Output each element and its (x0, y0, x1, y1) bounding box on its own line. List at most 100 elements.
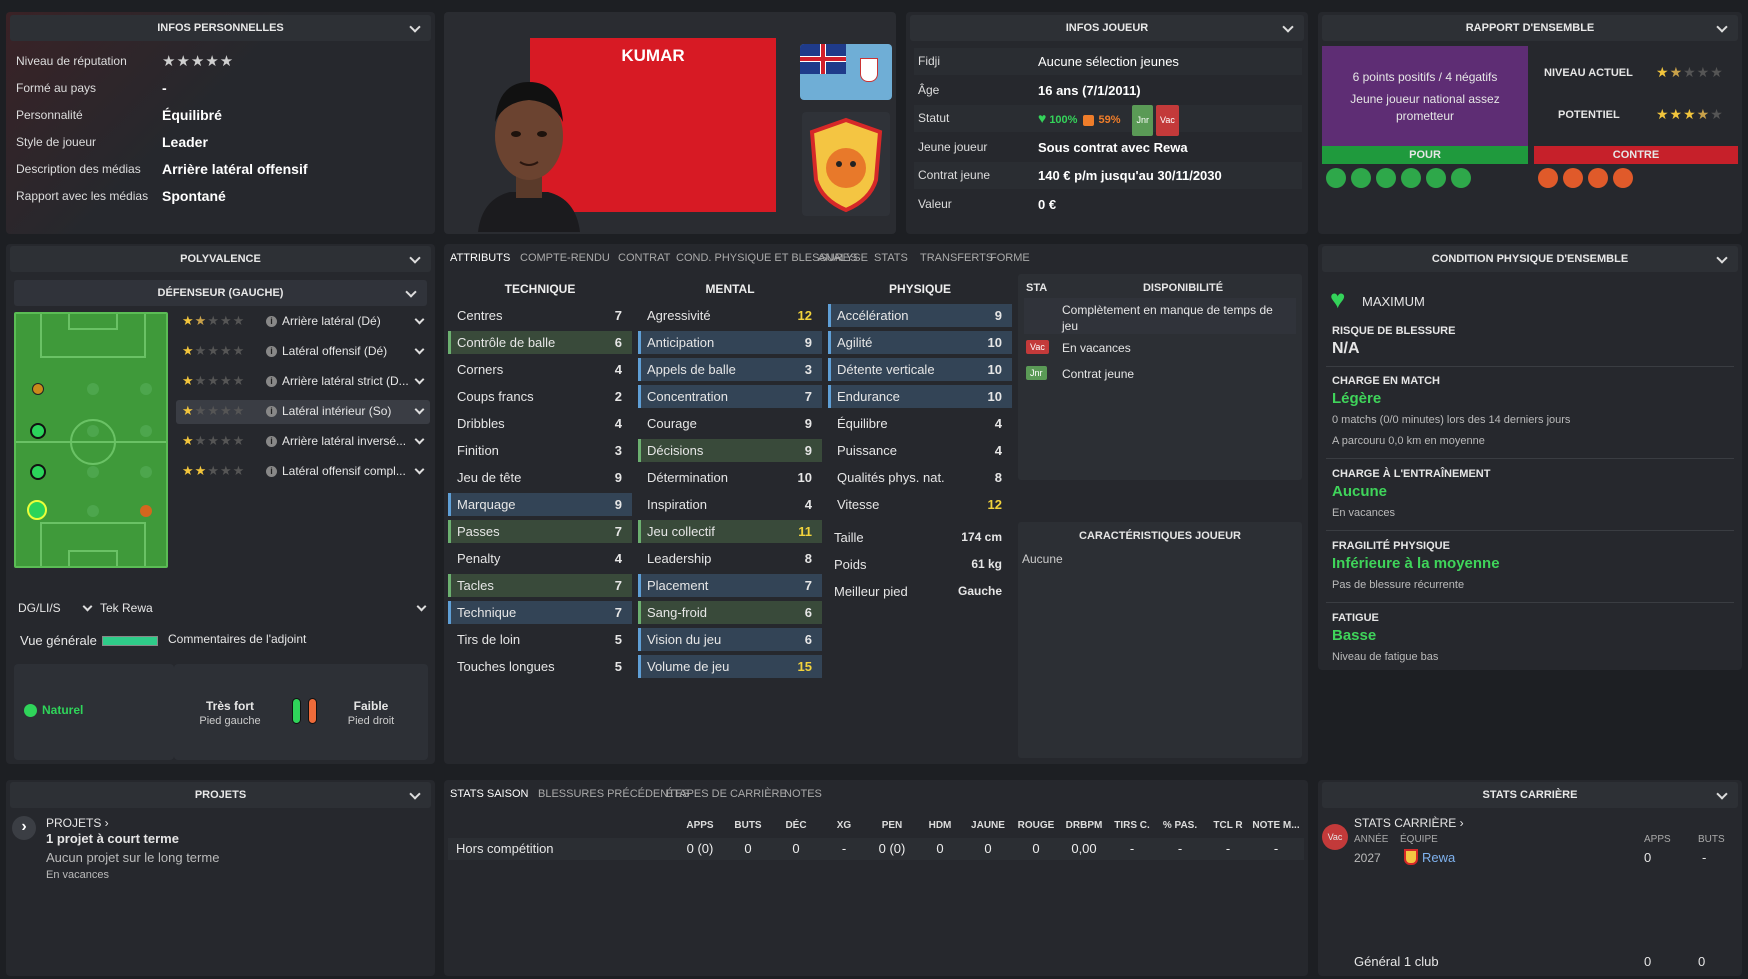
mental-attribute-row[interactable]: Inspiration 4 (638, 493, 822, 516)
position-dot-dml[interactable] (30, 464, 46, 480)
mental-attribute-row[interactable]: Appels de balle 3 (638, 358, 822, 381)
chevron-down-icon[interactable] (414, 344, 425, 355)
technical-attribute-row[interactable]: Contrôle de balle 6 (448, 331, 632, 354)
season-tab-2[interactable]: ÉTAPES DE CARRIÈRE (666, 788, 787, 800)
season-column-header[interactable]: HDM (916, 820, 964, 831)
position-dot-dr-top[interactable] (140, 383, 152, 395)
physical-attribute-row[interactable]: Agilité 10 (828, 331, 1012, 354)
info-icon[interactable]: i (266, 376, 277, 387)
pro-determination-icon[interactable] (1401, 168, 1421, 188)
con-finishing-icon[interactable] (1588, 168, 1608, 188)
club-select[interactable]: Tek Rewa (100, 601, 430, 621)
tab-0[interactable]: ATTRIBUTS (450, 252, 510, 264)
technical-attribute-row[interactable]: Tacles 7 (448, 574, 632, 597)
season-tab-3[interactable]: NOTES (784, 788, 822, 800)
personal-info-header[interactable]: INFOS PERSONNELLES (10, 15, 431, 41)
technical-attribute-row[interactable]: Corners 4 (448, 358, 632, 381)
club-badge[interactable] (802, 112, 890, 216)
mental-attribute-row[interactable]: Anticipation 9 (638, 331, 822, 354)
technical-attribute-row[interactable]: Coups francs 2 (448, 385, 632, 408)
career-link[interactable]: STATS CARRIÈRE › (1354, 816, 1464, 830)
physical-attribute-row[interactable]: Puissance 4 (828, 439, 1012, 462)
chevron-down-icon[interactable] (414, 314, 425, 325)
condition-header[interactable]: CONDITION PHYSIQUE D'ENSEMBLE (1322, 246, 1738, 272)
physical-attribute-row[interactable]: Vitesse 12 (828, 493, 1012, 516)
projects-expand-button[interactable]: › (12, 816, 36, 840)
position-dot-dl-top[interactable] (32, 383, 44, 395)
season-tab-0[interactable]: STATS SAISON (450, 788, 528, 800)
mental-attribute-row[interactable]: Courage 9 (638, 412, 822, 435)
career-team-link[interactable]: Rewa (1422, 850, 1455, 865)
role-row[interactable]: ★★★★★ i Latéral intérieur (So) (176, 400, 430, 424)
season-column-header[interactable]: DRBPM (1060, 820, 1108, 831)
mental-attribute-row[interactable]: Détermination 10 (638, 466, 822, 489)
pro-workrate-icon[interactable] (1451, 168, 1471, 188)
position-dot-dc-top[interactable] (87, 383, 99, 395)
position-dot-dl-selected[interactable] (27, 500, 47, 520)
mental-attribute-row[interactable]: Placement 7 (638, 574, 822, 597)
mental-attribute-row[interactable]: Agressivité 12 (638, 304, 822, 327)
mental-attribute-row[interactable]: Décisions 9 (638, 439, 822, 462)
role-row[interactable]: ★★★★★ i Arrière latéral strict (D... (176, 370, 430, 394)
chevron-down-icon[interactable] (1282, 21, 1294, 33)
projects-link[interactable]: PROJETS › (46, 816, 109, 830)
technical-attribute-row[interactable]: Jeu de tête 9 (448, 466, 632, 489)
formation-select[interactable]: DG/LI/S (18, 601, 98, 621)
position-dot-dmr[interactable] (140, 466, 152, 478)
chevron-down-icon[interactable] (409, 788, 421, 800)
mental-attribute-row[interactable]: Concentration 7 (638, 385, 822, 408)
versatility-header[interactable]: POLYVALENCE (10, 246, 431, 272)
physical-attribute-row[interactable]: Endurance 10 (828, 385, 1012, 408)
projects-header[interactable]: PROJETS (10, 782, 431, 808)
chevron-down-icon[interactable] (414, 434, 425, 445)
tab-4[interactable]: ANALYSE (818, 252, 868, 264)
season-column-header[interactable]: XG (820, 820, 868, 831)
con-freekick-icon[interactable] (1613, 168, 1633, 188)
season-column-header[interactable]: APPS (676, 820, 724, 831)
tab-7[interactable]: FORME (990, 252, 1030, 264)
technical-attribute-row[interactable]: Finition 3 (448, 439, 632, 462)
nation-flag[interactable] (800, 44, 892, 100)
physical-attribute-row[interactable]: Accélération 9 (828, 304, 1012, 327)
chevron-down-icon[interactable] (414, 404, 425, 415)
position-pitch[interactable] (14, 312, 168, 568)
technical-attribute-row[interactable]: Touches longues 5 (448, 655, 632, 678)
chevron-down-icon[interactable] (405, 286, 417, 298)
season-column-header[interactable]: NOTE M... (1252, 820, 1300, 831)
position-dot-dc[interactable] (87, 505, 99, 517)
role-row[interactable]: ★★★★★ i Latéral offensif (Dé) (176, 340, 430, 364)
mental-attribute-row[interactable]: Volume de jeu 15 (638, 655, 822, 678)
season-column-header[interactable]: TCL R (1204, 820, 1252, 831)
position-dot-ml[interactable] (30, 423, 46, 439)
chevron-down-icon[interactable] (409, 252, 421, 264)
technical-attribute-row[interactable]: Technique 7 (448, 601, 632, 624)
mental-attribute-row[interactable]: Jeu collectif 11 (638, 520, 822, 543)
con-star-icon[interactable] (1563, 168, 1583, 188)
position-dot-dr[interactable] (140, 505, 152, 517)
tab-1[interactable]: COMPTE-RENDU (520, 252, 610, 264)
career-header[interactable]: STATS CARRIÈRE (1322, 782, 1738, 808)
pro-acceleration-icon[interactable] (1326, 168, 1346, 188)
technical-attribute-row[interactable]: Penalty 4 (448, 547, 632, 570)
report-header[interactable]: RAPPORT D'ENSEMBLE (1322, 15, 1738, 41)
position-header[interactable]: DÉFENSEUR (GAUCHE) (14, 280, 427, 306)
mental-attribute-row[interactable]: Sang-froid 6 (638, 601, 822, 624)
chevron-down-icon[interactable] (1716, 21, 1728, 33)
physical-attribute-row[interactable]: Qualités phys. nat. 8 (828, 466, 1012, 489)
pro-endurance-icon[interactable] (1351, 168, 1371, 188)
info-icon[interactable]: i (266, 436, 277, 447)
tab-2[interactable]: CONTRAT (618, 252, 670, 264)
info-icon[interactable]: i (266, 316, 277, 327)
info-icon[interactable]: i (266, 466, 277, 477)
technical-attribute-row[interactable]: Tirs de loin 5 (448, 628, 632, 651)
assistant-comments-link[interactable]: Commentaires de l'adjoint (168, 632, 306, 646)
position-dot-mc[interactable] (87, 425, 99, 437)
info-icon[interactable]: i (266, 406, 277, 417)
player-info-header[interactable]: INFOS JOUEUR (910, 15, 1304, 41)
physical-attribute-row[interactable]: Détente verticale 10 (828, 358, 1012, 381)
technical-attribute-row[interactable]: Dribbles 4 (448, 412, 632, 435)
role-row[interactable]: ★★★★★ i Arrière latéral inversé... (176, 430, 430, 454)
chevron-down-icon[interactable] (1716, 252, 1728, 264)
pro-physical-icon[interactable] (1376, 168, 1396, 188)
chevron-down-icon[interactable] (1716, 788, 1728, 800)
